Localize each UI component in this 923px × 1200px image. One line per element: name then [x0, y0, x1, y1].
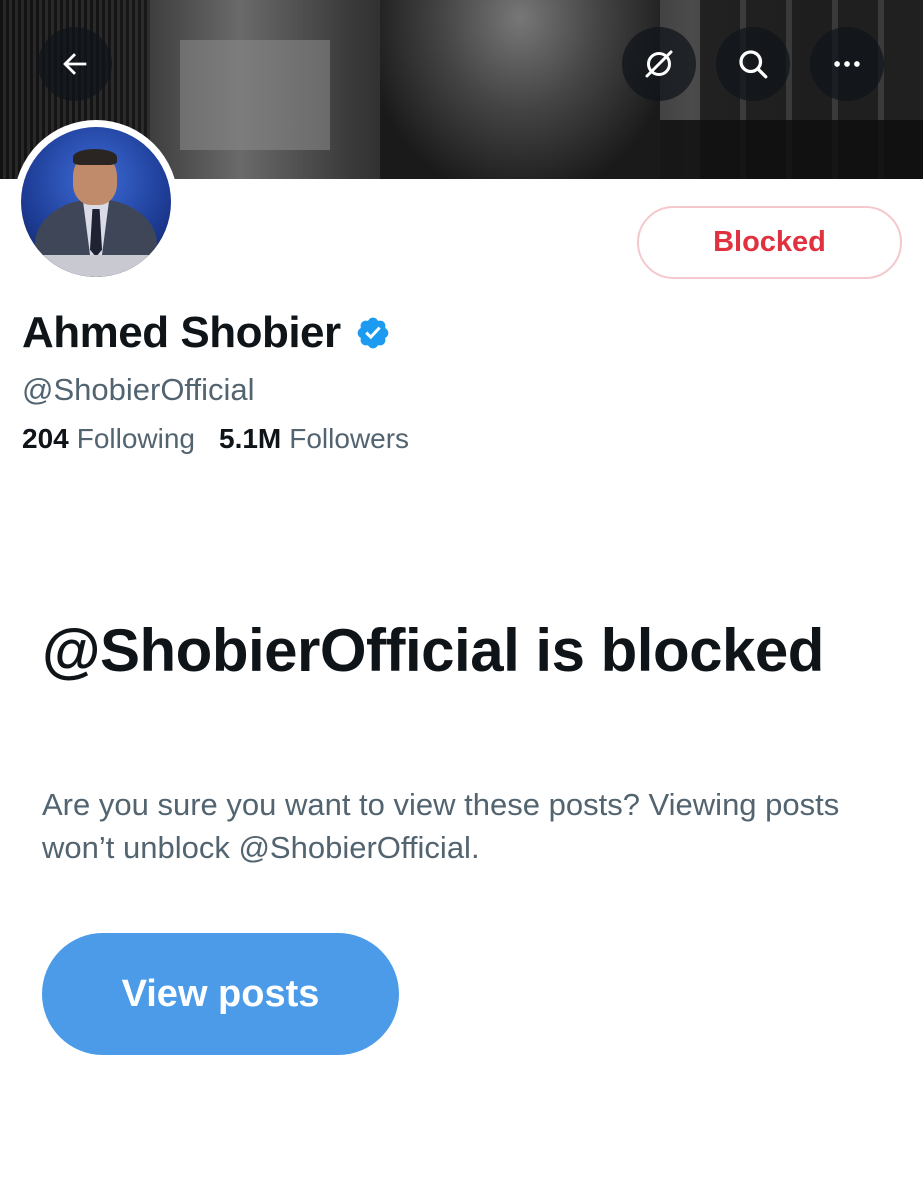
blocked-notice-title: @ShobierOfficial is blocked [42, 617, 824, 684]
followers-stat[interactable]: 5.1M Followers [219, 423, 409, 455]
more-button[interactable] [810, 27, 884, 101]
grok-button[interactable] [622, 27, 696, 101]
back-button[interactable] [38, 27, 112, 101]
followers-count: 5.1M [219, 423, 282, 454]
search-button[interactable] [716, 27, 790, 101]
display-name: Ahmed Shobier [22, 308, 341, 357]
following-label: Following [76, 423, 195, 454]
profile-stats: 204 Following 5.1M Followers [22, 423, 433, 455]
avatar[interactable] [14, 120, 178, 284]
verified-badge-icon[interactable] [355, 315, 391, 351]
more-horizontal-icon [834, 61, 860, 67]
view-posts-button[interactable]: View posts [42, 933, 399, 1055]
following-count: 204 [22, 423, 69, 454]
arrow-left-icon [63, 53, 87, 75]
blocked-button[interactable]: Blocked [637, 206, 902, 279]
grok-icon [645, 50, 673, 78]
following-stat[interactable]: 204 Following [22, 423, 195, 455]
search-icon [739, 50, 768, 79]
avatar-image [21, 127, 171, 277]
profile-page: Blocked Ahmed Shobier @ShobierOfficial 2… [0, 0, 923, 1200]
blocked-notice-body: Are you sure you want to view these post… [42, 787, 840, 865]
followers-label: Followers [289, 423, 410, 454]
profile-name-row: Ahmed Shobier [22, 308, 391, 358]
profile-handle: @ShobierOfficial [22, 372, 255, 407]
